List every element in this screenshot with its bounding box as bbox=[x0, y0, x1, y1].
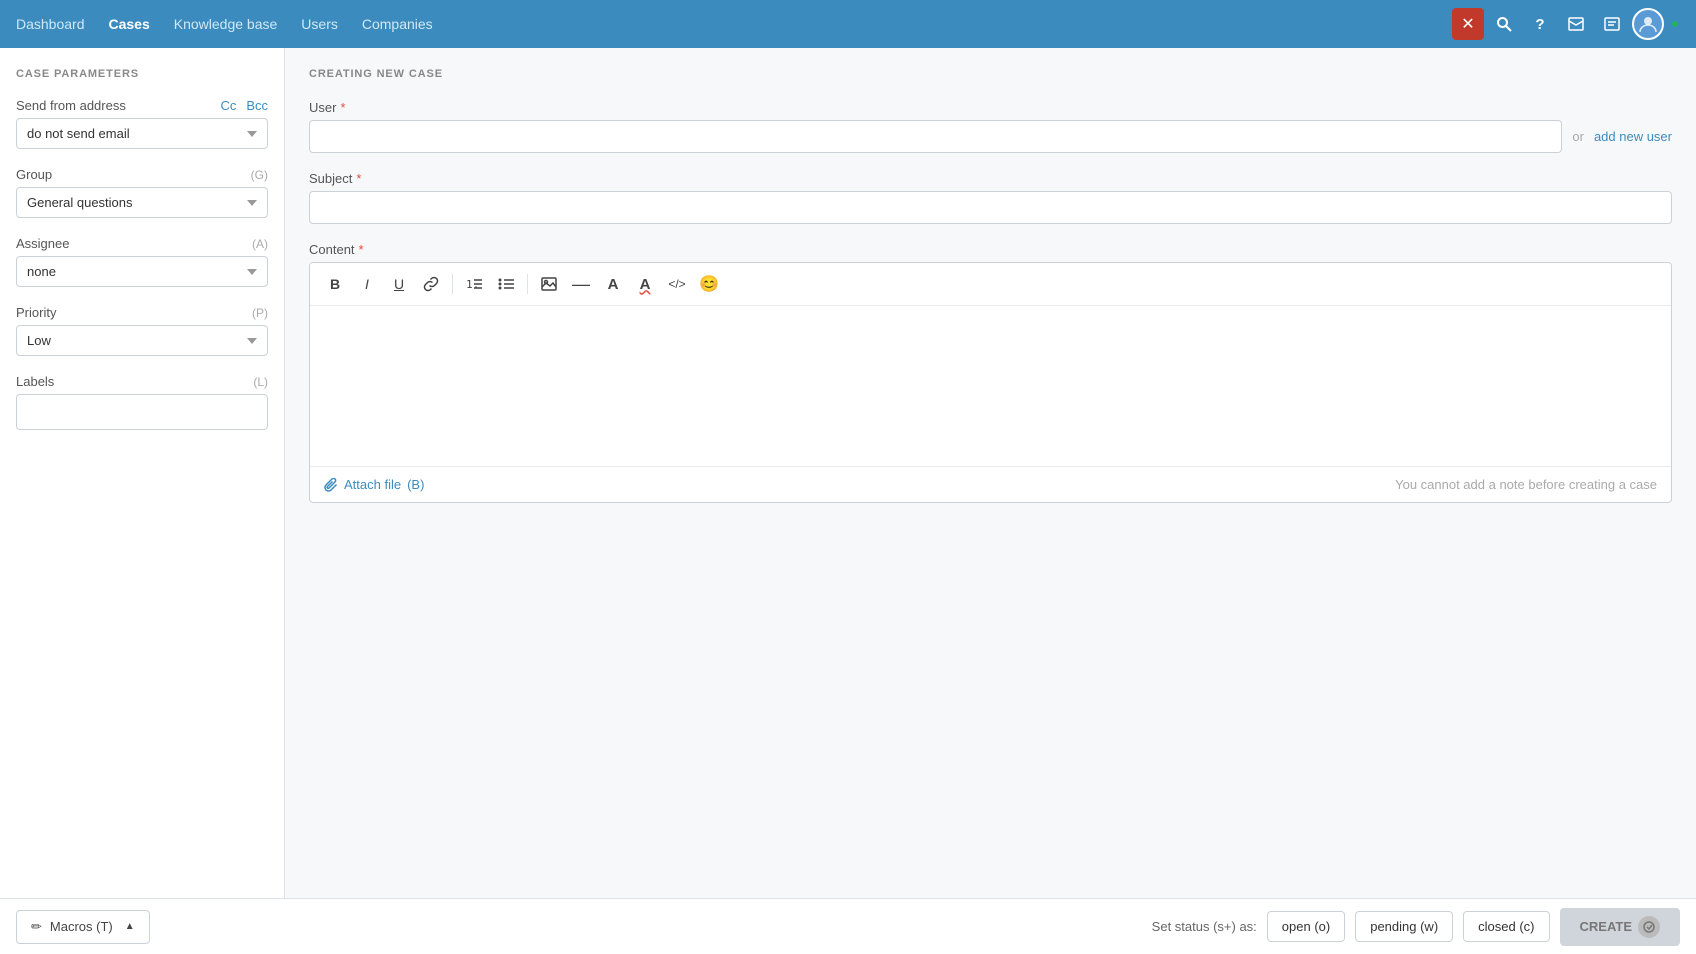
unordered-list-button[interactable] bbox=[491, 269, 521, 299]
bottom-bar: ✏ Macros (T) ▲ Set status (s+) as: open … bbox=[0, 898, 1696, 954]
navbar: Dashboard Cases Knowledge base Users Com… bbox=[0, 0, 1696, 48]
content-field: Content * B I U 1. bbox=[309, 242, 1672, 503]
status-open-button[interactable]: open (o) bbox=[1267, 911, 1345, 942]
set-status-label: Set status (s+) as: bbox=[1152, 919, 1257, 934]
macros-icon: ✏ bbox=[31, 919, 42, 935]
content-label: Content bbox=[309, 242, 355, 257]
avatar[interactable] bbox=[1632, 8, 1664, 40]
highlight-button[interactable]: A bbox=[630, 269, 660, 299]
assignee-field: Assignee (A) noneAgent 1Agent 2 bbox=[16, 236, 268, 287]
content-required: * bbox=[359, 242, 364, 257]
nav-cases[interactable]: Cases bbox=[109, 16, 150, 32]
group-select[interactable]: General questionsTechnical supportBillin… bbox=[16, 187, 268, 218]
nav-actions: ✕ ? bbox=[1452, 8, 1680, 40]
macros-label: Macros (T) bbox=[50, 919, 113, 934]
send-from-label: Send from address bbox=[16, 98, 126, 113]
panel-title: CREATING NEW CASE bbox=[309, 68, 1672, 80]
close-button[interactable]: ✕ bbox=[1452, 8, 1484, 40]
cc-link[interactable]: Cc bbox=[220, 98, 236, 113]
inbox-button[interactable] bbox=[1560, 8, 1592, 40]
bcc-link[interactable]: Bcc bbox=[246, 98, 268, 113]
send-from-field: Send from address Cc Bcc do not send ema… bbox=[16, 98, 268, 149]
editor-container: B I U 1. bbox=[309, 262, 1672, 503]
nav-users[interactable]: Users bbox=[301, 16, 338, 32]
priority-field: Priority (P) LowMediumHighUrgent bbox=[16, 305, 268, 356]
priority-shortcut: (P) bbox=[252, 306, 268, 320]
priority-label: Priority bbox=[16, 305, 56, 320]
subject-input[interactable] bbox=[309, 191, 1672, 224]
nav-links: Dashboard Cases Knowledge base Users Com… bbox=[16, 16, 433, 32]
user-label: User bbox=[309, 100, 336, 115]
underline-button[interactable]: U bbox=[384, 269, 414, 299]
online-indicator bbox=[1670, 19, 1680, 29]
group-label: Group bbox=[16, 167, 52, 182]
compose-button[interactable] bbox=[1596, 8, 1628, 40]
status-row: Set status (s+) as: open (o) pending (w)… bbox=[1152, 908, 1680, 946]
nav-companies[interactable]: Companies bbox=[362, 16, 433, 32]
attach-file-shortcut: (B) bbox=[407, 477, 424, 492]
note-hint: You cannot add a note before creating a … bbox=[1395, 477, 1657, 492]
subject-label: Subject bbox=[309, 171, 352, 186]
subject-required: * bbox=[356, 171, 361, 186]
toolbar-separator-1 bbox=[452, 274, 453, 294]
subject-field: Subject * bbox=[309, 171, 1672, 224]
group-shortcut: (G) bbox=[251, 168, 268, 182]
emoji-button[interactable]: 😊 bbox=[694, 269, 724, 299]
image-button[interactable] bbox=[534, 269, 564, 299]
content-editor[interactable] bbox=[310, 306, 1671, 466]
add-new-user-link[interactable]: add new user bbox=[1594, 129, 1672, 144]
user-field: User * or add new user bbox=[309, 100, 1672, 153]
attach-file-button[interactable]: Attach file (B) bbox=[324, 477, 424, 492]
labels-shortcut: (L) bbox=[253, 375, 268, 389]
create-label: CREATE bbox=[1580, 919, 1632, 934]
sidebar: CASE PARAMETERS Send from address Cc Bcc… bbox=[0, 48, 285, 898]
italic-button[interactable]: I bbox=[352, 269, 382, 299]
bold-button[interactable]: B bbox=[320, 269, 350, 299]
or-text: or bbox=[1572, 129, 1584, 144]
user-input[interactable] bbox=[309, 120, 1562, 153]
toolbar-separator-2 bbox=[527, 274, 528, 294]
assignee-select[interactable]: noneAgent 1Agent 2 bbox=[16, 256, 268, 287]
assignee-label: Assignee bbox=[16, 236, 69, 251]
nav-dashboard[interactable]: Dashboard bbox=[16, 16, 85, 32]
link-button[interactable] bbox=[416, 269, 446, 299]
attach-file-label: Attach file bbox=[344, 477, 401, 492]
labels-label: Labels bbox=[16, 374, 54, 389]
main-container: CASE PARAMETERS Send from address Cc Bcc… bbox=[0, 48, 1696, 898]
search-button[interactable] bbox=[1488, 8, 1520, 40]
macros-chevron-icon: ▲ bbox=[125, 921, 135, 932]
ordered-list-button[interactable]: 1. bbox=[459, 269, 489, 299]
priority-select[interactable]: LowMediumHighUrgent bbox=[16, 325, 268, 356]
font-button[interactable]: A bbox=[598, 269, 628, 299]
sidebar-title: CASE PARAMETERS bbox=[16, 68, 268, 80]
group-field: Group (G) General questionsTechnical sup… bbox=[16, 167, 268, 218]
status-closed-button[interactable]: closed (c) bbox=[1463, 911, 1549, 942]
assignee-shortcut: (A) bbox=[252, 237, 268, 251]
user-required: * bbox=[340, 100, 345, 115]
send-from-select[interactable]: do not send emailsupport@example.com bbox=[16, 118, 268, 149]
create-icon bbox=[1638, 916, 1660, 938]
hr-button[interactable]: — bbox=[566, 269, 596, 299]
labels-field: Labels (L) bbox=[16, 374, 268, 430]
create-button[interactable]: CREATE bbox=[1560, 908, 1680, 946]
editor-footer: Attach file (B) You cannot add a note be… bbox=[310, 466, 1671, 502]
help-button[interactable]: ? bbox=[1524, 8, 1556, 40]
code-button[interactable]: </> bbox=[662, 269, 692, 299]
labels-input[interactable] bbox=[16, 394, 268, 430]
macros-button[interactable]: ✏ Macros (T) ▲ bbox=[16, 910, 150, 944]
nav-knowledge-base[interactable]: Knowledge base bbox=[174, 16, 278, 32]
right-panel: CREATING NEW CASE User * or add new user… bbox=[285, 48, 1696, 898]
editor-toolbar: B I U 1. bbox=[310, 263, 1671, 306]
status-pending-button[interactable]: pending (w) bbox=[1355, 911, 1453, 942]
